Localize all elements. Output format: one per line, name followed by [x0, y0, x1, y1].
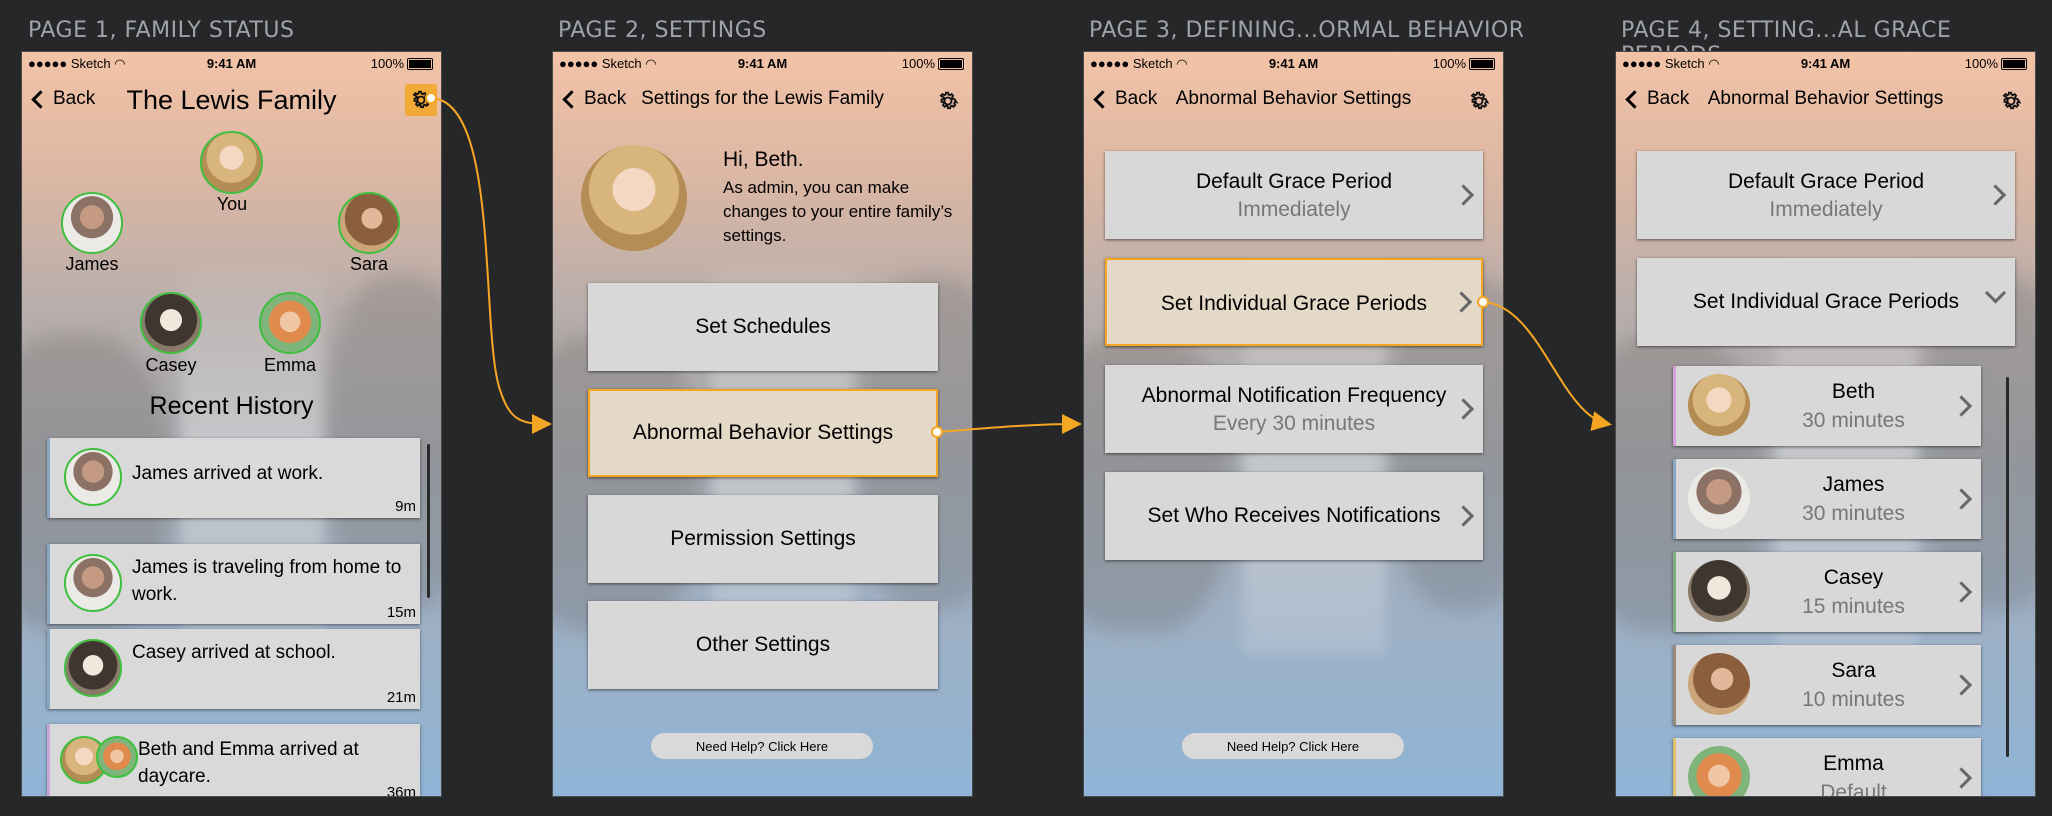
connector-abnormal-to-page3	[931, 414, 1082, 438]
flow-connectors	[425, 92, 1612, 438]
connector-individual-to-page4	[1477, 296, 1612, 431]
connector-gear-to-settings	[425, 92, 552, 434]
